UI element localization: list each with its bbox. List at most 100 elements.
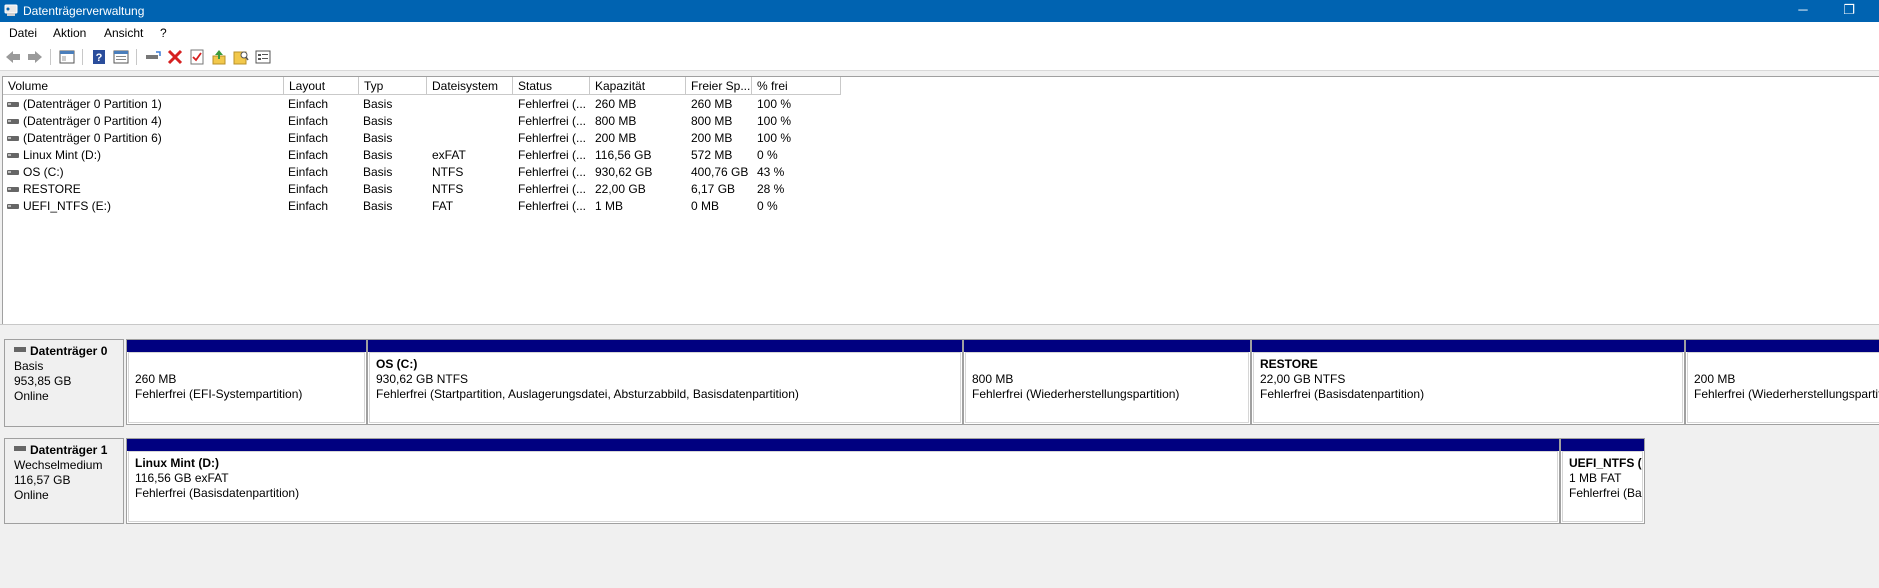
volume-drive-icon — [7, 170, 19, 175]
volume-drive-icon — [7, 136, 19, 141]
menu-help[interactable]: ? — [160, 26, 167, 40]
volume-cell-free: 572 MB — [691, 148, 733, 162]
volume-cell-layout: Einfach — [288, 114, 329, 128]
partition-disk0-os[interactable]: OS (C:) 930,62 GB NTFS Fehlerfrei (Start… — [367, 339, 963, 425]
volume-cell-pct: 28 % — [757, 182, 785, 196]
partition-status: Fehlerfrei (Basisdatenpartition) — [135, 486, 300, 500]
volume-cell-volume: OS (C:) — [23, 165, 64, 179]
console-icon[interactable] — [254, 48, 272, 66]
partition-name: Linux Mint (D:) — [135, 456, 219, 470]
disk-0-label[interactable]: Datenträger 0 Basis 953,85 GB Online — [4, 339, 124, 427]
menu-ansicht[interactable]: Ansicht — [104, 26, 143, 40]
volume-cell-cap: 116,56 GB — [595, 148, 652, 162]
column-header-freier-speicher[interactable]: Freier Sp... — [686, 77, 752, 95]
volume-cell-volume: UEFI_NTFS (E:) — [23, 199, 112, 213]
minimize-button[interactable]: ─ — [1780, 0, 1826, 22]
volume-row[interactable]: Linux Mint (D:) Einfach Basis exFAT Fehlerfr… — [3, 147, 1879, 164]
column-header-typ[interactable]: Typ — [359, 77, 427, 95]
partition-bar — [1561, 439, 1644, 451]
partition-disk1-uefi-ntfs[interactable]: UEFI_NTFS ( 1 MB FAT Fehlerfrei (Ba — [1560, 438, 1645, 524]
check-icon[interactable] — [188, 48, 206, 66]
menu-aktion[interactable]: Aktion — [53, 26, 86, 40]
window-title: Datenträgerverwaltung — [23, 4, 145, 18]
partition-disk0-recovery-2[interactable]: 200 MB Fehlerfrei (Wiederherstellungspar… — [1685, 339, 1879, 425]
partition-size: 1 MB FAT — [1569, 471, 1622, 485]
volume-cell-fs: FAT — [432, 199, 454, 213]
volume-cell-volume: RESTORE — [23, 182, 81, 196]
volume-cell-volume: Linux Mint (D:) — [23, 148, 102, 162]
menu-datei[interactable]: Datei — [9, 26, 37, 40]
column-header-volume[interactable]: Volume — [3, 77, 284, 95]
partition-name: RESTORE — [1260, 357, 1318, 371]
export-icon[interactable] — [210, 48, 228, 66]
partition-disk0-recovery-1[interactable]: 800 MB Fehlerfrei (Wiederherstellungspar… — [963, 339, 1251, 425]
column-header-kapazitaet[interactable]: Kapazität — [590, 77, 686, 95]
partition-size: 200 MB — [1694, 372, 1736, 386]
volume-drive-icon — [7, 187, 19, 192]
volume-cell-cap: 200 MB — [595, 131, 637, 145]
column-header-status[interactable]: Status — [513, 77, 590, 95]
disk-graphical-view: Datenträger 0 Basis 953,85 GB Online 260… — [2, 329, 1879, 588]
partition-size: 800 MB — [972, 372, 1014, 386]
disk-0-type: Basis — [14, 359, 44, 373]
volume-cell-cap: 1 MB — [595, 199, 624, 213]
partition-disk0-efi[interactable]: 260 MB Fehlerfrei (EFI-Systempartition) — [126, 339, 367, 425]
volume-cell-cap: 930,62 GB — [595, 165, 653, 179]
column-header-dateisystem[interactable]: Dateisystem — [427, 77, 513, 95]
volume-cell-fs: exFAT — [432, 148, 466, 162]
volume-cell-free: 6,17 GB — [691, 182, 736, 196]
partition-bar — [368, 340, 962, 352]
restore-button[interactable]: ❐ — [1826, 0, 1872, 22]
help-icon[interactable]: ? — [90, 48, 108, 66]
volume-cell-typ: Basis — [363, 114, 393, 128]
partition-name: OS (C:) — [376, 357, 418, 371]
back-arrow-icon[interactable] — [4, 48, 22, 66]
search-icon[interactable] — [232, 48, 250, 66]
volume-row[interactable]: (Datenträger 0 Partition 4) Einfach Basis F… — [3, 113, 1879, 130]
partition-bar — [1252, 340, 1684, 352]
menu-bar: Datei Aktion Ansicht ? — [0, 22, 1879, 44]
connect-disk-icon[interactable] — [144, 48, 162, 66]
volume-drive-icon — [7, 119, 19, 124]
volume-cell-status: Fehlerfrei (... — [518, 114, 587, 128]
console-tree-icon[interactable] — [58, 48, 76, 66]
volume-row[interactable]: UEFI_NTFS (E:) Einfach Basis FAT Fehlerfrei … — [3, 198, 1879, 215]
disk-1-label[interactable]: Datenträger 1 Wechselmedium 116,57 GB On… — [4, 438, 124, 524]
partition-bar — [127, 340, 366, 352]
volume-cell-status: Fehlerfrei (... — [518, 97, 587, 111]
disk-1-state: Online — [14, 488, 49, 502]
volume-cell-pct: 100 % — [757, 97, 792, 111]
volume-cell-status: Fehlerfrei (... — [518, 165, 587, 179]
volume-cell-free: 0 MB — [691, 199, 720, 213]
partition-bar — [1686, 340, 1879, 352]
volume-drive-icon — [7, 204, 19, 209]
volume-cell-pct: 0 % — [757, 148, 778, 162]
volume-cell-status: Fehlerfrei (... — [518, 148, 587, 162]
disk-0-state: Online — [14, 389, 49, 403]
partition-disk1-linux-mint[interactable]: Linux Mint (D:) 116,56 GB exFAT Fehlerfr… — [126, 438, 1560, 524]
disk-management-app-icon — [4, 4, 18, 16]
partition-name — [972, 357, 1248, 372]
disk-icon — [14, 446, 26, 452]
disk-0-size: 953,85 GB — [14, 374, 72, 388]
volume-cell-free: 260 MB — [691, 97, 733, 111]
volume-row[interactable]: (Datenträger 0 Partition 6) Einfach Basis F… — [3, 130, 1879, 147]
volume-list: Volume Layout Typ Dateisystem Status Kap… — [2, 76, 1879, 325]
properties-icon[interactable] — [112, 48, 130, 66]
volume-cell-pct: 0 % — [757, 199, 778, 213]
delete-icon[interactable] — [166, 48, 184, 66]
column-header-prozent-frei[interactable]: % frei — [752, 77, 841, 95]
forward-arrow-icon[interactable] — [26, 48, 44, 66]
partition-status: Fehlerfrei (Wiederherstellungspartition) — [972, 387, 1180, 401]
partition-disk0-restore[interactable]: RESTORE 22,00 GB NTFS Fehlerfrei (Basisd… — [1251, 339, 1685, 425]
volume-cell-layout: Einfach — [288, 199, 329, 213]
volume-cell-status: Fehlerfrei (... — [518, 131, 587, 145]
column-header-layout[interactable]: Layout — [284, 77, 359, 95]
volume-cell-layout: Einfach — [288, 182, 329, 196]
volume-cell-layout: Einfach — [288, 97, 329, 111]
volume-row[interactable]: RESTORE Einfach Basis NTFS Fehlerfrei (... 22… — [3, 181, 1879, 198]
volume-cell-typ: Basis — [363, 97, 393, 111]
partition-status: Fehlerfrei (Wiederherstellungspartition) — [1694, 387, 1879, 401]
volume-row[interactable]: OS (C:) Einfach Basis NTFS Fehlerfrei (... 93… — [3, 164, 1879, 181]
volume-row[interactable]: (Datenträger 0 Partition 1) Einfach Basis F… — [3, 96, 1879, 113]
